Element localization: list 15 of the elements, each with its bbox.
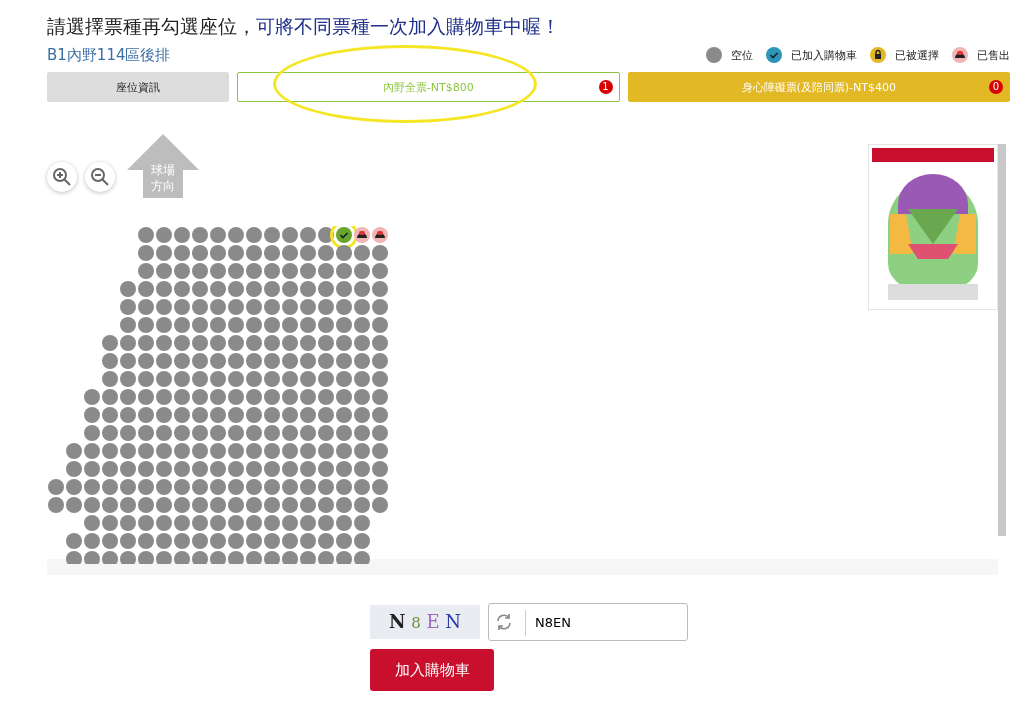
count-badge: 0: [989, 80, 1003, 94]
page-heading: 請選擇票種再勾選座位，可將不同票種一次加入購物車中喔！: [47, 14, 561, 39]
ticket-type-tab[interactable]: 內野全票-NT$800 1: [237, 72, 620, 102]
captcha-input-field[interactable]: N8EN: [488, 603, 688, 641]
legend-label: 空位: [731, 47, 753, 63]
legend-label: 已加入購物車: [791, 47, 857, 63]
legend-label: 已被選擇: [895, 47, 939, 63]
ticket-type-tab[interactable]: 身心障礙票(及陪同票)-NT$400 0: [627, 72, 1010, 102]
legend-label: 已售出: [977, 47, 1010, 63]
area-name: B1內野114區後排: [47, 45, 171, 65]
count-badge: 1: [598, 80, 613, 94]
field-direction-label: 球場方向: [149, 162, 176, 194]
captcha-image: N 8 E N: [370, 605, 480, 639]
add-to-cart-button[interactable]: 加入購物車: [370, 649, 494, 691]
seat-info-tab[interactable]: 座位資訊: [47, 72, 229, 102]
